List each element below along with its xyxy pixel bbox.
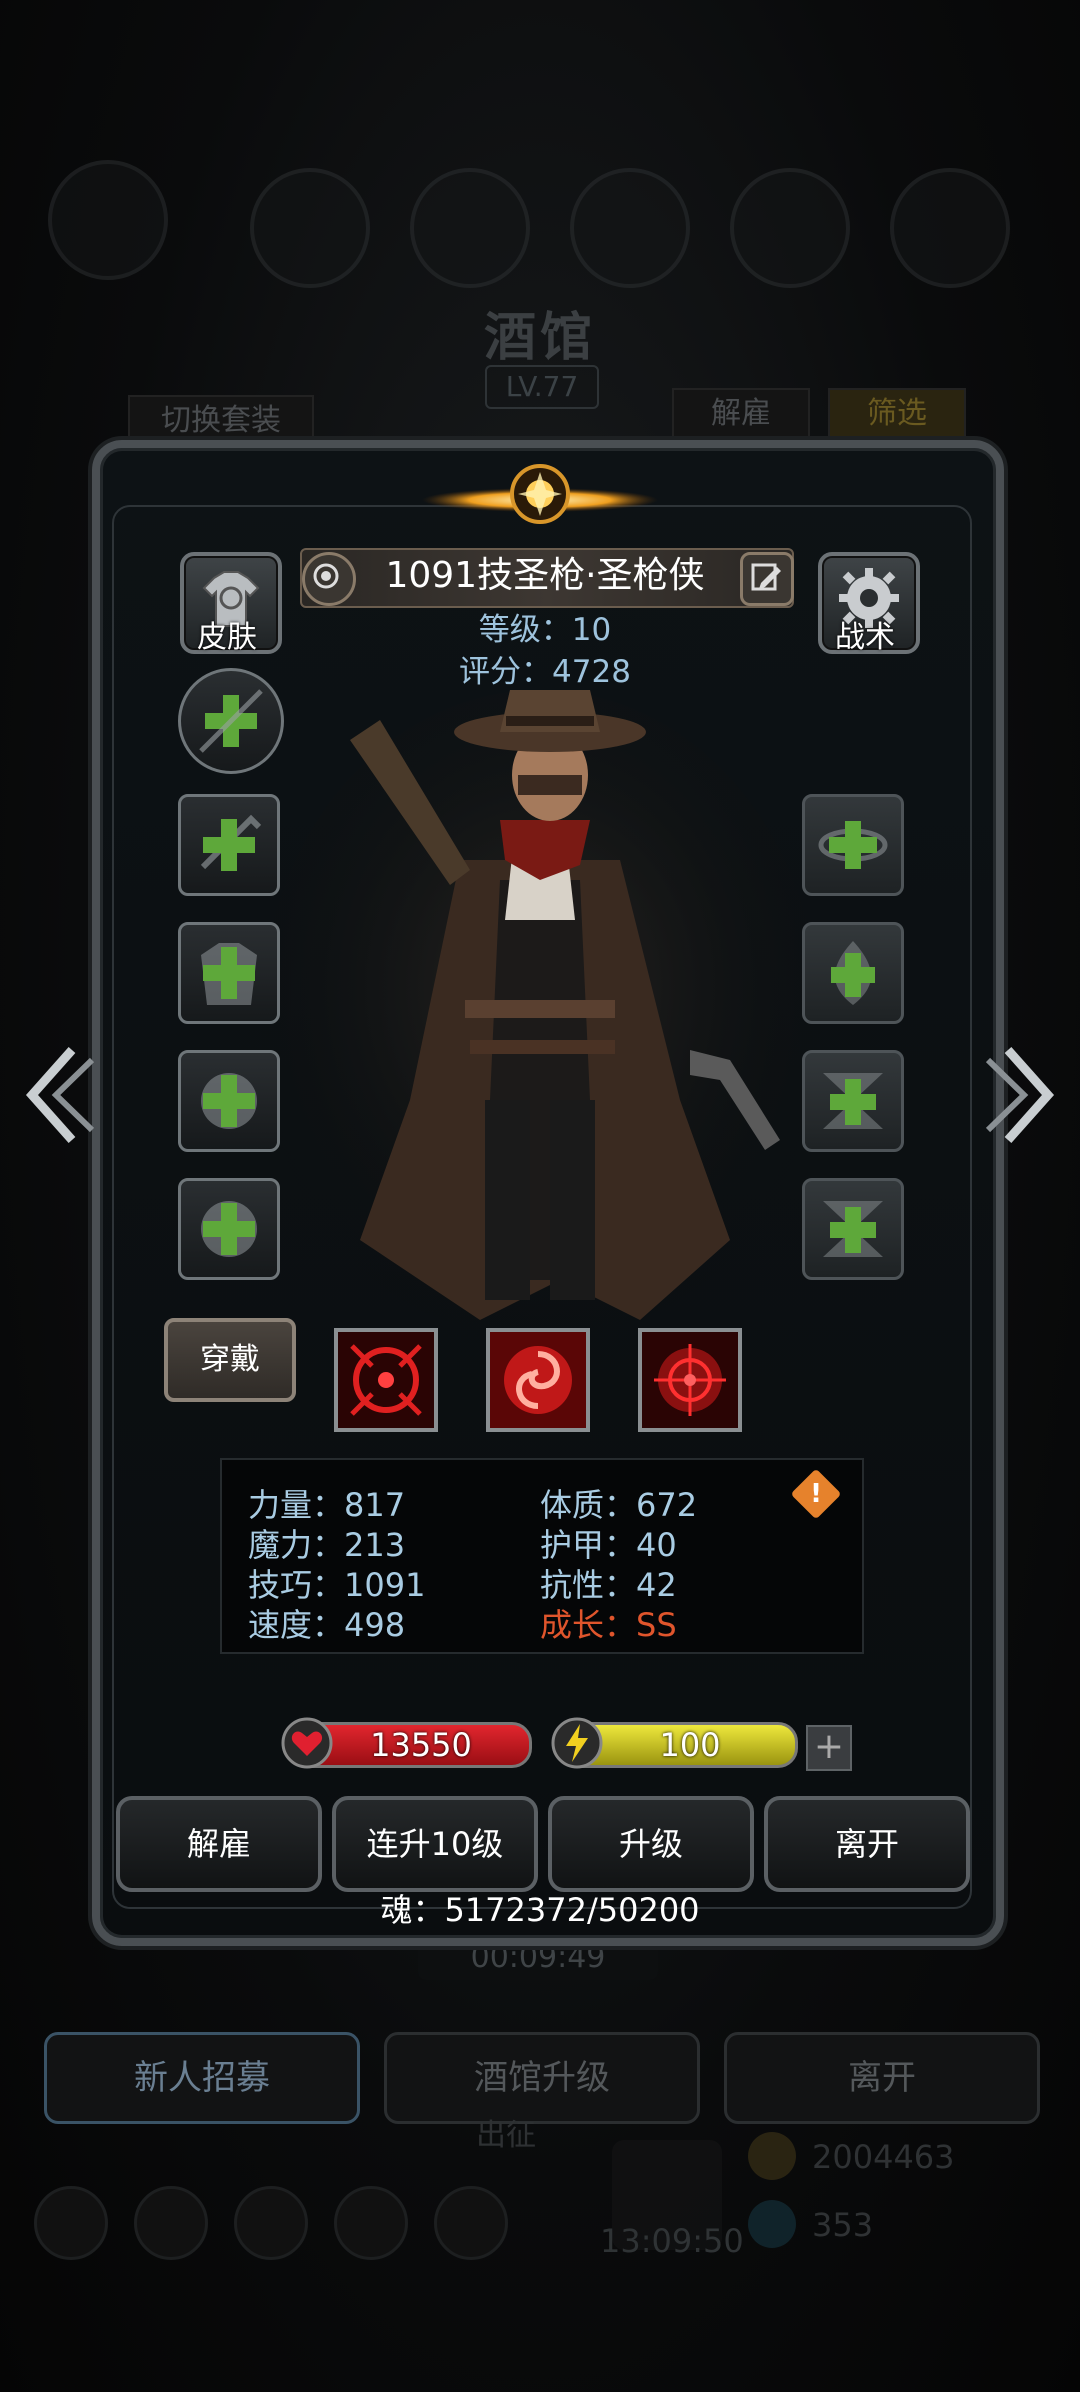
bg-menu-icon-5 — [434, 2186, 508, 2260]
bg-dismiss-button: 解雇 — [672, 388, 810, 440]
bg-gold-icon — [748, 2132, 796, 2180]
equip-slot-right-4[interactable] — [802, 1178, 904, 1280]
bg-nav-icon-2 — [410, 168, 530, 288]
bg-tavern-title: 酒馆 — [483, 308, 596, 368]
tactics-label: 战术 — [835, 620, 895, 655]
equip-slot-right-2[interactable] — [802, 922, 904, 1024]
add-accessory-icon — [201, 1073, 257, 1129]
add-weapon-icon — [199, 689, 263, 753]
equip-slot-right-3[interactable] — [802, 1050, 904, 1152]
previous-hero-arrow-icon[interactable] — [12, 1040, 102, 1150]
add-equip-icon — [200, 814, 262, 871]
add-ring-icon — [818, 821, 888, 869]
skin-label: 皮肤 — [197, 620, 257, 655]
add-armor-icon — [201, 943, 257, 1005]
bg-filter-button: 筛选 — [828, 388, 966, 440]
dismiss-button[interactable]: 解雇 — [116, 1796, 322, 1892]
bg-menu-icon-1 — [34, 2186, 108, 2260]
skill-slot-2[interactable] — [486, 1328, 590, 1432]
add-accessory-icon-2 — [201, 1201, 257, 1257]
bg-gem-value: 353 — [812, 2206, 874, 2244]
add-gem-icon — [831, 941, 875, 1005]
wear-button[interactable]: 穿戴 — [164, 1318, 296, 1402]
warning-icon-symbol: ! — [810, 1479, 822, 1509]
bg-tavern-level: LV.77 — [485, 365, 599, 409]
equip-slot-right-1[interactable] — [802, 794, 904, 896]
skill-slot-1[interactable] — [334, 1328, 438, 1432]
crosshair-skill-icon — [338, 1332, 434, 1428]
bg-crown-icon — [48, 160, 168, 280]
soul-counter: 魂：5172372/50200 — [380, 1891, 700, 1929]
weapon-slot-round[interactable] — [178, 668, 284, 774]
bg-nav-icon-1 — [250, 168, 370, 288]
equip-slot-left-3[interactable] — [178, 1050, 280, 1152]
bg-menu-icon-3 — [234, 2186, 308, 2260]
bg-tavern-upgrade-button: 酒馆升级 — [384, 2032, 700, 2124]
equip-slot-left-2[interactable] — [178, 922, 280, 1024]
add-rune-icon-2 — [823, 1201, 883, 1257]
next-hero-arrow-icon[interactable] — [978, 1040, 1068, 1150]
hero-level: 等级：10 — [478, 612, 612, 648]
bg-recruit-button: 新人招募 — [44, 2032, 360, 2124]
hp-value: 13550 — [370, 1726, 472, 1764]
skill-slot-3[interactable] — [638, 1328, 742, 1432]
bg-leave-button: 离开 — [724, 2032, 1040, 2124]
equip-slot-left-4[interactable] — [178, 1178, 280, 1280]
bg-menu-icon-2 — [134, 2186, 208, 2260]
bg-clock: 13:09:50 — [600, 2222, 744, 2260]
stat-growth: 成长：SS — [540, 1606, 677, 1644]
add-energy-button[interactable]: + — [806, 1725, 852, 1771]
leave-button[interactable]: 离开 — [764, 1796, 970, 1892]
bg-gem-icon — [748, 2200, 796, 2248]
equip-slot-left-1[interactable] — [178, 794, 280, 896]
bg-expedition-label: 出征 — [476, 2118, 536, 2153]
bg-menu-icon-4 — [334, 2186, 408, 2260]
bg-nav-icon-3 — [570, 168, 690, 288]
add-rune-icon — [823, 1073, 883, 1129]
target-skill-icon — [642, 1332, 738, 1428]
hero-name: 1091技圣枪·圣枪侠 — [385, 555, 705, 596]
bg-nav-icon-4 — [730, 168, 850, 288]
edit-name-icon[interactable] — [740, 552, 794, 606]
energy-value: 100 — [659, 1726, 721, 1764]
swirl-skill-icon — [490, 1332, 586, 1428]
sun-emblem-icon — [422, 464, 658, 524]
level-up-button[interactable]: 升级 — [548, 1796, 754, 1892]
stat-speed: 速度：498 — [248, 1606, 406, 1644]
lightning-icon — [551, 1717, 603, 1769]
hero-portrait — [260, 690, 820, 1340]
level-up-10-button[interactable]: 连升10级 — [332, 1796, 538, 1892]
bg-nav-icon-5 — [890, 168, 1010, 288]
bg-gold-value: 2004463 — [812, 2138, 955, 2176]
heart-icon — [281, 1717, 333, 1769]
